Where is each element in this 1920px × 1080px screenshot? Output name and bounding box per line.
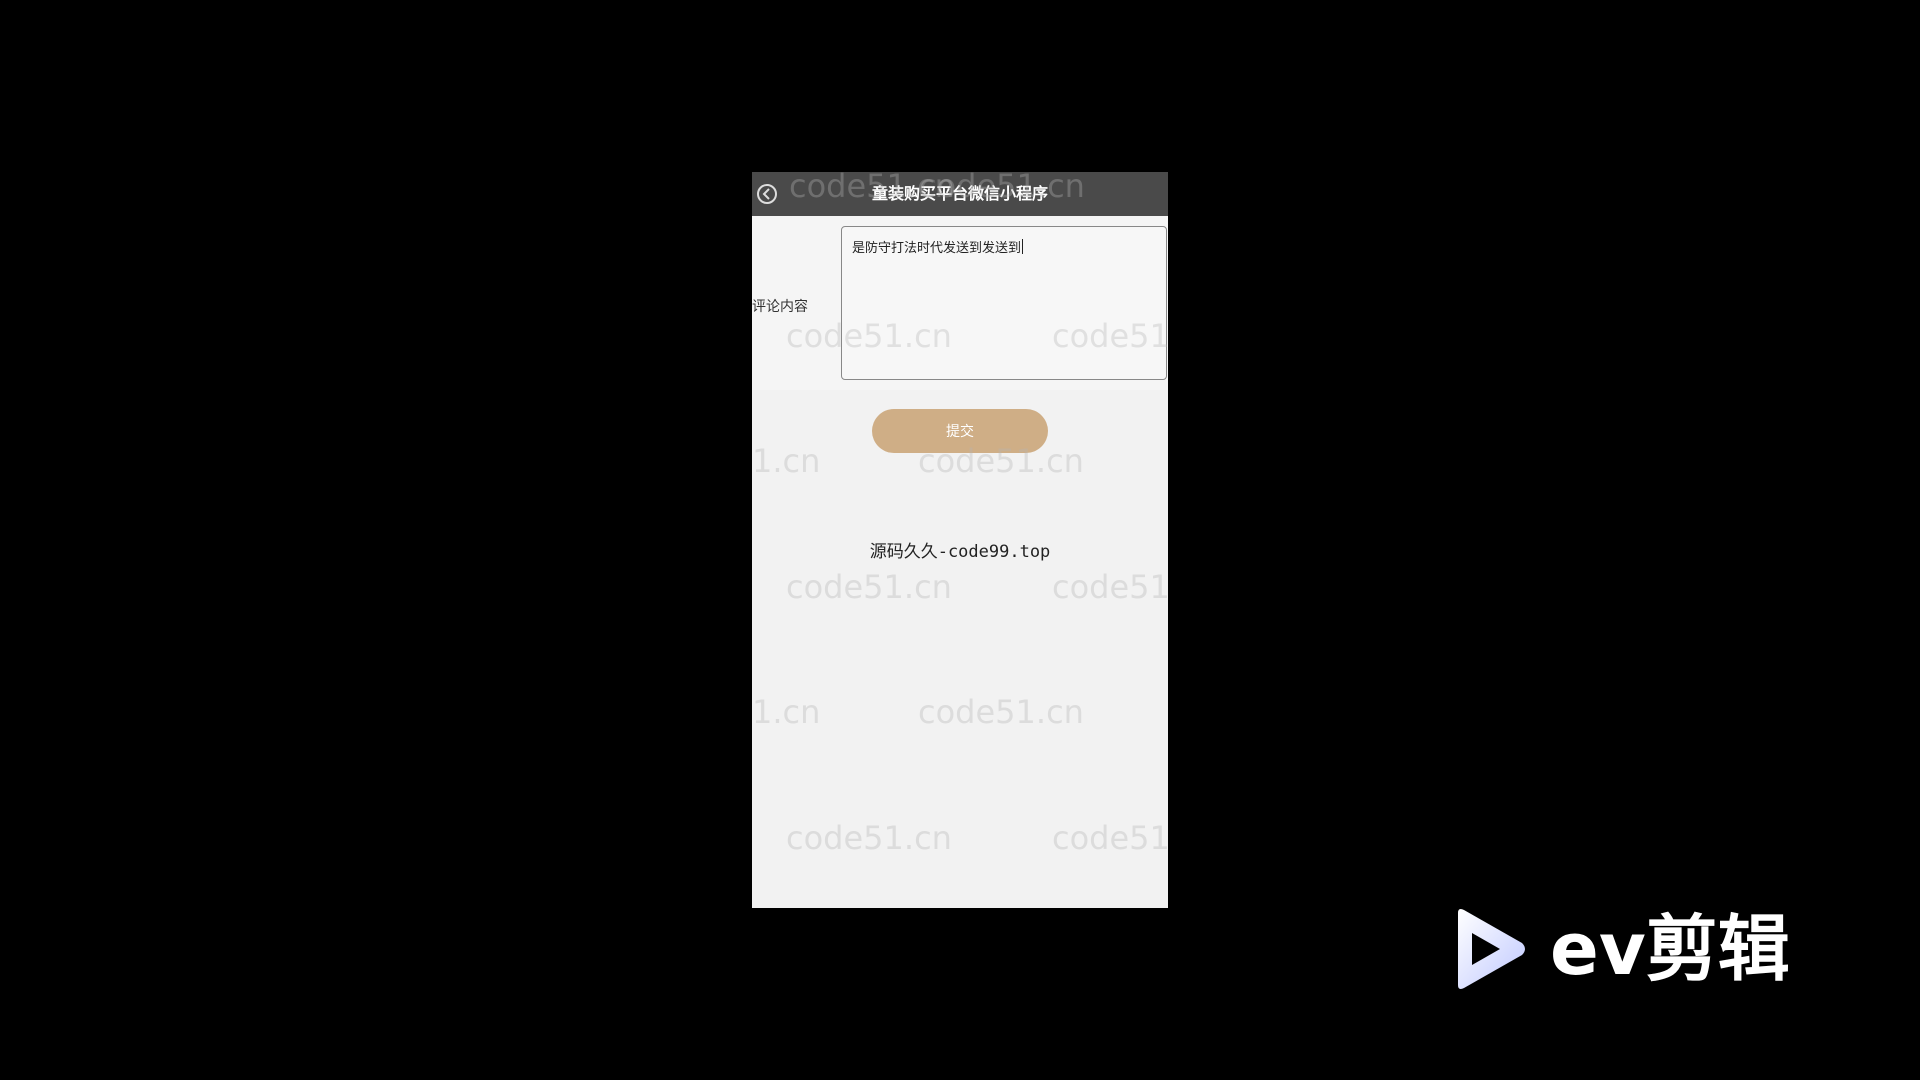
watermark: code51.cn — [918, 693, 1084, 731]
watermark: 1.cn — [752, 442, 821, 480]
comment-textarea[interactable]: 是防守打法时代发送到发送到 — [841, 226, 1167, 380]
phone-screen: 童装购买平台微信小程序 评论内容 是防守打法时代发送到发送到 提交 源码久久-c… — [752, 172, 1168, 908]
watermark: code51 — [1052, 568, 1168, 606]
comment-form-row: 评论内容 是防守打法时代发送到发送到 — [752, 216, 1168, 390]
video-frame: 童装购买平台微信小程序 评论内容 是防守打法时代发送到发送到 提交 源码久久-c… — [0, 0, 1920, 1080]
text-caret — [1022, 239, 1024, 254]
watermark: 1.cn — [752, 693, 821, 731]
watermark: code51.cn — [786, 819, 952, 857]
navigation-bar: 童装购买平台微信小程序 — [752, 172, 1168, 216]
play-icon — [1458, 909, 1525, 989]
watermark: code51.cn — [786, 568, 952, 606]
submit-button[interactable]: 提交 — [872, 409, 1048, 453]
source-credit-text: 源码久久-code99.top — [869, 542, 1051, 562]
comment-label: 评论内容 — [752, 299, 808, 315]
page-title: 童装购买平台微信小程序 — [871, 184, 1048, 203]
ev-logo-text: ev剪辑 — [1550, 907, 1790, 991]
ev-editor-logo: ev剪辑 — [1450, 905, 1820, 995]
watermark: code51 — [1052, 819, 1168, 857]
comment-textarea-value: 是防守打法时代发送到发送到 — [852, 241, 1022, 256]
